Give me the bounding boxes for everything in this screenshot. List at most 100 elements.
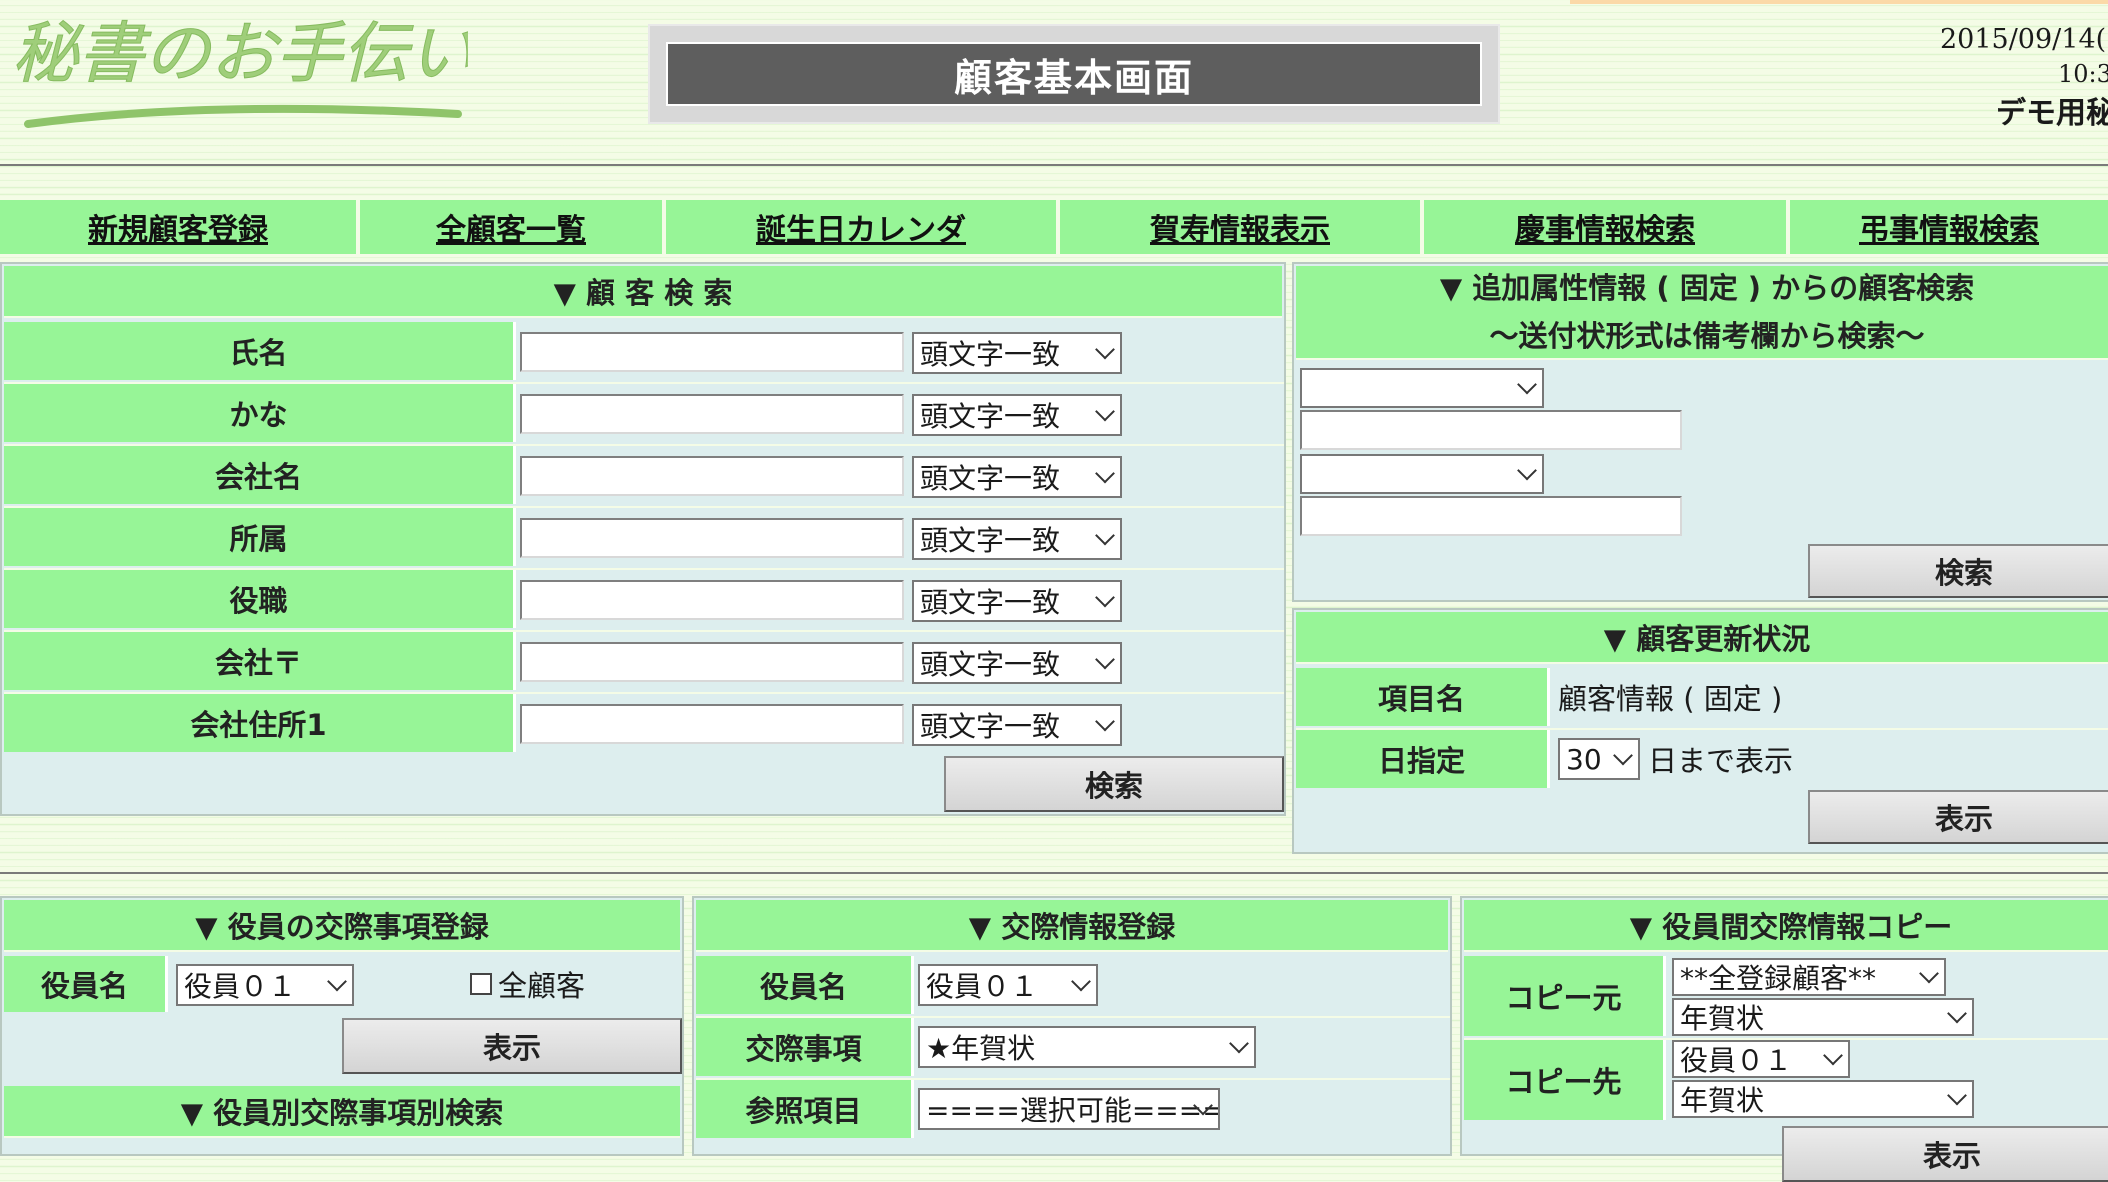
- relation-item-select[interactable]: ★年賀状: [918, 1026, 1256, 1068]
- chevron-down-icon: [1095, 463, 1115, 484]
- header-date: 2015/09/14(: [1940, 24, 2107, 55]
- relation-officer-select[interactable]: 役員０１: [918, 964, 1098, 1006]
- attr-search-button[interactable]: 検索: [1808, 544, 2108, 598]
- update-status-panel: ▼ 顧客更新状況 項目名 顧客情報 ( 固定 ) 日指定 30 日まで表示 表示: [1292, 608, 2108, 854]
- customer-search-heading: ▼ 顧 客 検 索: [4, 266, 1282, 318]
- kana-match-select[interactable]: 頭文字一致: [912, 394, 1122, 436]
- name-input[interactable]: [520, 332, 904, 372]
- postal-match-select[interactable]: 頭文字一致: [912, 642, 1122, 684]
- all-customers-label: 全顧客: [498, 969, 586, 1003]
- copy-from-item-select[interactable]: 年賀状: [1672, 998, 1974, 1036]
- address-input[interactable]: [520, 704, 904, 744]
- nav-celebration-search[interactable]: 慶事情報検索: [1424, 200, 1790, 254]
- nav-new-customer[interactable]: 新規顧客登録: [0, 200, 360, 254]
- nav-condolence-search[interactable]: 弔事情報検索: [1790, 200, 2108, 254]
- select-value: 役員０１: [1680, 1044, 1793, 1077]
- attr-input-2[interactable]: [1300, 496, 1682, 536]
- relation-register-heading: ▼ 交際情報登録: [696, 900, 1448, 952]
- name-match-select[interactable]: 頭文字一致: [912, 332, 1122, 374]
- nav-longevity-info[interactable]: 賀寿情報表示: [1060, 200, 1424, 254]
- chevron-down-icon: [1947, 1085, 1967, 1106]
- copy-show-button[interactable]: 表示: [1782, 1126, 2108, 1182]
- nav-all-customers[interactable]: 全顧客一覧: [360, 200, 666, 254]
- select-value: 年賀状: [1680, 1002, 1765, 1035]
- logo-swoosh: [24, 104, 462, 128]
- copy-to-officer-select[interactable]: 役員０１: [1672, 1040, 1850, 1078]
- chevron-down-icon: [327, 971, 347, 992]
- chevron-down-icon: [1517, 374, 1537, 395]
- main-nav: 新規顧客登録 全顧客一覧 誕生日カレンダ 賀寿情報表示 慶事情報検索 弔事情報検…: [0, 200, 2108, 254]
- field-label-postal: 会社〒: [4, 632, 516, 690]
- attr-search-panel: ▼ 追加属性情報 ( 固定 ) からの顧客検索 ～送付状形式は備考欄から検索～ …: [1292, 262, 2108, 602]
- copy-from-scope-select[interactable]: **全登録顧客**: [1672, 958, 1946, 996]
- officer-show-button[interactable]: 表示: [342, 1018, 682, 1074]
- nav-link[interactable]: 誕生日カレンダ: [756, 205, 966, 249]
- update-status-show-button[interactable]: 表示: [1808, 790, 2108, 844]
- relation-ref-select[interactable]: ====選択可能====: [918, 1088, 1220, 1130]
- chevron-down-icon: [1095, 339, 1115, 360]
- top-accent-bar: [1570, 0, 2108, 4]
- officer-register-heading: ▼ 役員の交際事項登録: [4, 900, 680, 952]
- nav-birthday-calendar[interactable]: 誕生日カレンダ: [666, 200, 1060, 254]
- nav-link[interactable]: 賀寿情報表示: [1150, 205, 1330, 249]
- field-label-kana: かな: [4, 384, 516, 442]
- select-value: 役員０１: [926, 970, 1039, 1003]
- department-input[interactable]: [520, 518, 904, 558]
- attr-search-heading: ▼ 追加属性情報 ( 固定 ) からの顧客検索 ～送付状形式は備考欄から検索～: [1296, 266, 2108, 360]
- nav-link[interactable]: 弔事情報検索: [1859, 205, 2039, 249]
- select-value: 30: [1566, 742, 1602, 776]
- chevron-down-icon: [1517, 460, 1537, 481]
- officer-name-label: 役員名: [4, 956, 168, 1012]
- relation-officer-label: 役員名: [696, 956, 914, 1014]
- select-value: 役員０１: [184, 970, 297, 1003]
- checkbox-icon[interactable]: [470, 973, 492, 995]
- department-match-select[interactable]: 頭文字一致: [912, 518, 1122, 560]
- copy-to-item-select[interactable]: 年賀状: [1672, 1080, 1974, 1118]
- chevron-down-icon: [1229, 1033, 1249, 1054]
- copy-panel: ▼ 役員間交際情報コピー コピー元 **全登録顧客** 年賀状 コピー先 役員０…: [1460, 896, 2108, 1182]
- day-suffix-text: 日まで表示: [1648, 744, 1794, 778]
- position-match-select[interactable]: 頭文字一致: [912, 580, 1122, 622]
- field-label-position: 役職: [4, 570, 516, 628]
- officer-select[interactable]: 役員０１: [176, 964, 354, 1006]
- company-input[interactable]: [520, 456, 904, 496]
- header-user: デモ用秘: [1996, 96, 2108, 131]
- update-status-heading: ▼ 顧客更新状況: [1296, 612, 2108, 664]
- attr-select-2[interactable]: [1300, 454, 1544, 494]
- select-value: **全登録顧客**: [1680, 962, 1877, 995]
- chevron-down-icon: [1095, 711, 1115, 732]
- item-name-value: 顧客情報 ( 固定 ): [1558, 682, 1783, 716]
- logo-graphic: 秘書のお手伝い: [12, 15, 475, 128]
- logo: 秘書のお手伝い: [8, 4, 475, 136]
- kana-input[interactable]: [520, 394, 904, 434]
- customer-search-panel: ▼ 顧 客 検 索 氏名 頭文字一致 かな 頭文字一致 会社名 頭文字一致 所属…: [0, 262, 1286, 816]
- section-divider: [0, 872, 2108, 874]
- item-name-label: 項目名: [1296, 668, 1550, 726]
- chevron-down-icon: [1947, 1003, 1967, 1024]
- day-count-select[interactable]: 30: [1558, 738, 1640, 780]
- customer-search-button[interactable]: 検索: [944, 756, 1284, 812]
- field-label-address: 会社住所1: [4, 694, 516, 752]
- company-match-select[interactable]: 頭文字一致: [912, 456, 1122, 498]
- chevron-down-icon: [1095, 649, 1115, 670]
- attr-select-1[interactable]: [1300, 368, 1544, 408]
- address-match-select[interactable]: 頭文字一致: [912, 704, 1122, 746]
- all-customers-checkbox[interactable]: 全顧客: [470, 956, 585, 1012]
- select-value: 頭文字一致: [920, 586, 1061, 619]
- nav-link[interactable]: 新規顧客登録: [88, 205, 268, 249]
- select-value: 頭文字一致: [920, 400, 1061, 433]
- chevron-down-icon: [1071, 971, 1091, 992]
- select-value: 頭文字一致: [920, 524, 1061, 557]
- select-value: ★年賀状: [926, 1032, 1036, 1065]
- relation-item-label: 交際事項: [696, 1018, 914, 1076]
- attr-input-1[interactable]: [1300, 410, 1682, 450]
- postal-input[interactable]: [520, 642, 904, 682]
- nav-link[interactable]: 慶事情報検索: [1515, 205, 1695, 249]
- chevron-down-icon: [1095, 587, 1115, 608]
- relation-register-panel: ▼ 交際情報登録 役員名 役員０１ 交際事項 ★年賀状 参照項目 ====選択可…: [692, 896, 1452, 1156]
- position-input[interactable]: [520, 580, 904, 620]
- chevron-down-icon: [1095, 401, 1115, 422]
- nav-link[interactable]: 全顧客一覧: [436, 205, 586, 249]
- chevron-down-icon: [1919, 963, 1939, 984]
- header-time: 10:3: [2058, 60, 2108, 88]
